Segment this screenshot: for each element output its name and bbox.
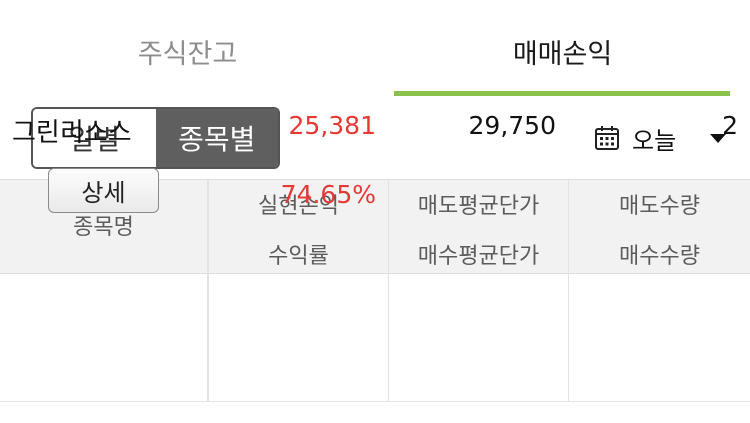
row-col-pnl	[207, 274, 388, 401]
realized-pnl-value: 25,381	[288, 111, 376, 140]
trading-pnl-screen: 주식잔고 매매손익 일별 종목별 오늘 종목명 실현손익 수익률 매도평균단가 …	[0, 0, 750, 423]
calendar-icon	[595, 126, 619, 150]
stock-name: 그린리소스	[12, 118, 132, 148]
sell-qty-value: 2	[722, 111, 738, 140]
header-buy-qty: 매수수량	[619, 244, 700, 269]
row-col-name	[0, 274, 207, 401]
top-tabs: 주식잔고 매매손익	[0, 0, 750, 98]
header-avg-sell-price: 매도평균단가	[417, 194, 540, 219]
segment-by-stock[interactable]: 종목별	[155, 109, 278, 167]
active-tab-indicator	[394, 91, 730, 96]
tab-stock-balance[interactable]: 주식잔고	[0, 0, 375, 98]
row-col-price	[388, 274, 568, 401]
avg-sell-price-value: 29,750	[468, 111, 556, 140]
detail-button[interactable]: 상세	[48, 168, 159, 213]
header-avg-buy-price: 매수평균단가	[417, 244, 540, 269]
date-dropdown[interactable]: 오늘	[594, 118, 727, 158]
tab-trading-pnl[interactable]: 매매손익	[375, 0, 750, 98]
header-sell-qty: 매도수량	[619, 194, 700, 219]
header-col-qty: 매도수량 매수수량	[568, 180, 750, 273]
return-rate-value: 74.65%	[280, 180, 376, 209]
header-col-price: 매도평균단가 매수평균단가	[388, 180, 568, 273]
row-col-qty	[568, 274, 750, 401]
table-row	[0, 274, 750, 402]
header-return-rate: 수익률	[268, 244, 329, 269]
date-label: 오늘	[632, 126, 677, 155]
